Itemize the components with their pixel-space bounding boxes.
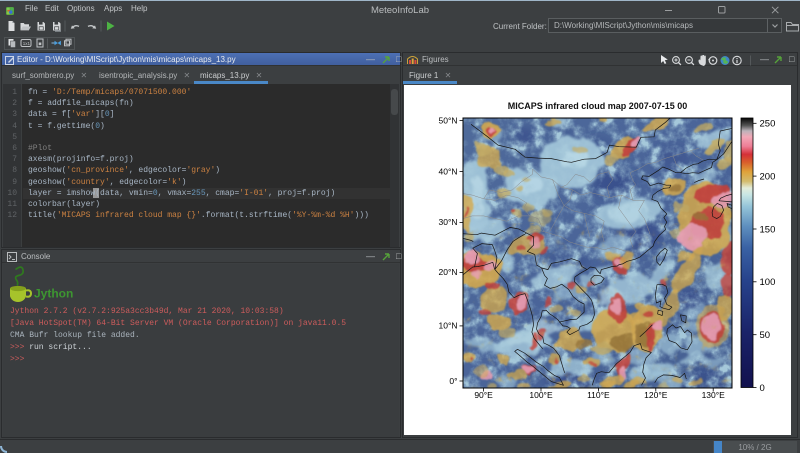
svg-text:10°N: 10°N: [439, 321, 458, 331]
svg-text:90°E: 90°E: [474, 390, 493, 400]
svg-text:130°E: 130°E: [702, 390, 726, 400]
svg-text:30°N: 30°N: [439, 217, 458, 227]
svg-text:100°E: 100°E: [529, 390, 553, 400]
svg-text:120°E: 120°E: [644, 390, 668, 400]
svg-text:100: 100: [760, 277, 776, 288]
svg-text:0: 0: [760, 383, 765, 394]
svg-text:250: 250: [760, 119, 776, 130]
svg-text:50: 50: [760, 330, 771, 341]
svg-text:20°N: 20°N: [439, 267, 458, 277]
svg-text:40°N: 40°N: [439, 166, 458, 176]
svg-text:0°: 0°: [449, 376, 457, 386]
svg-text:50°N: 50°N: [439, 115, 458, 125]
svg-text:110°E: 110°E: [587, 390, 610, 400]
svg-text:200: 200: [760, 172, 776, 183]
svg-text:150: 150: [760, 224, 776, 235]
svg-text:Jython: Jython: [34, 287, 73, 301]
svg-text:1x1: 1x1: [23, 41, 31, 46]
